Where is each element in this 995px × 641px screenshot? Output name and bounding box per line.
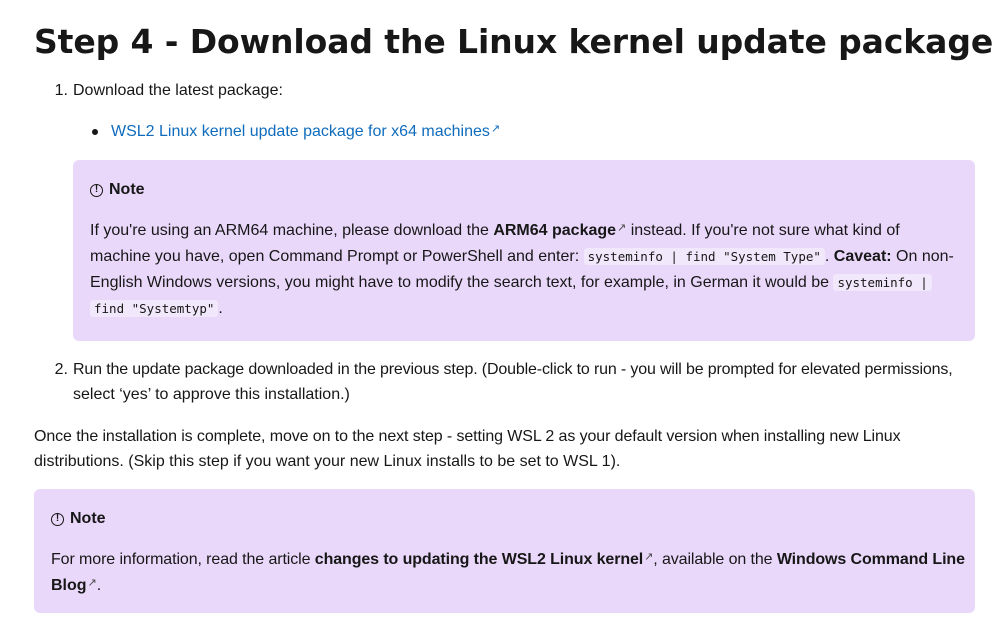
x64-package-link[interactable]: WSL2 Linux kernel update package for x64… [111, 119, 500, 145]
note-label: Note [70, 510, 106, 527]
note-label: Note [109, 181, 145, 198]
note-line-2: Blog↗. [51, 573, 101, 599]
note-text: instead. If you're not sure what kind of [626, 222, 900, 239]
code-snippet: systeminfo | [833, 274, 932, 291]
note-header: ! Note [51, 506, 106, 532]
note-line-3: English Windows versions, you might have… [90, 270, 932, 296]
external-link-icon: ↗ [644, 551, 654, 563]
note-text: If you're using an ARM64 machine, please… [90, 222, 494, 239]
note-text: English Windows versions, you might have… [90, 274, 834, 291]
step-1-text: Download the latest package: [73, 82, 283, 99]
wsl2-kernel-article-link[interactable]: changes to updating the WSL2 Linux kerne… [315, 551, 643, 568]
page: Step 4 - Download the Linux kernel updat… [0, 0, 995, 641]
note-header: ! Note [90, 177, 145, 203]
note-text: . [218, 300, 223, 317]
external-link-icon: ↗ [617, 222, 627, 234]
note-text: machine you have, open Command Prompt or… [90, 248, 584, 265]
info-icon: ! [90, 183, 103, 197]
step-2-line-2: select ‘yes’ to approve this installatio… [73, 386, 350, 403]
info-icon: ! [51, 512, 64, 526]
note-line-1: If you're using an ARM64 machine, please… [90, 218, 900, 244]
bullet-icon [92, 129, 98, 135]
note-line-2: machine you have, open Command Prompt or… [90, 244, 954, 270]
note-line-1: For more information, read the article c… [51, 547, 965, 573]
external-link-icon: ↗ [490, 123, 501, 135]
step-2-line-1: Run the update package downloaded in the… [73, 361, 953, 378]
paragraph-line-1: Once the installation is complete, move … [34, 428, 901, 445]
step-2-number: 2. [54, 361, 68, 378]
step-1-number: 1. [54, 82, 68, 99]
note-text: , available on the [653, 551, 777, 568]
arm64-package-link[interactable]: ARM64 package [493, 222, 616, 239]
page-title: Step 4 - Download the Linux kernel updat… [34, 22, 994, 61]
external-link-icon: ↗ [87, 577, 97, 589]
note-line-4: find "Systemtyp". [90, 296, 223, 322]
windows-command-line-blog-link[interactable]: Windows Command Line [777, 551, 965, 568]
note-arm64: ! Note If you're using an ARM64 machine,… [73, 160, 975, 341]
paragraph-line-2: distributions. (Skip this step if you wa… [34, 453, 621, 470]
note-text: On non- [891, 248, 954, 265]
x64-package-link-label: WSL2 Linux kernel update package for x64… [111, 123, 490, 140]
code-snippet: find "Systemtyp" [90, 300, 219, 317]
blog-link[interactable]: Blog [51, 577, 87, 594]
note-more-info: ! Note For more information, read the ar… [34, 489, 975, 613]
note-text: . [96, 577, 102, 594]
code-snippet: systeminfo | find "System Type" [583, 248, 825, 265]
note-text: . [824, 248, 834, 265]
caveat-label: Caveat: [833, 248, 892, 265]
note-text: For more information, read the article [51, 551, 315, 568]
